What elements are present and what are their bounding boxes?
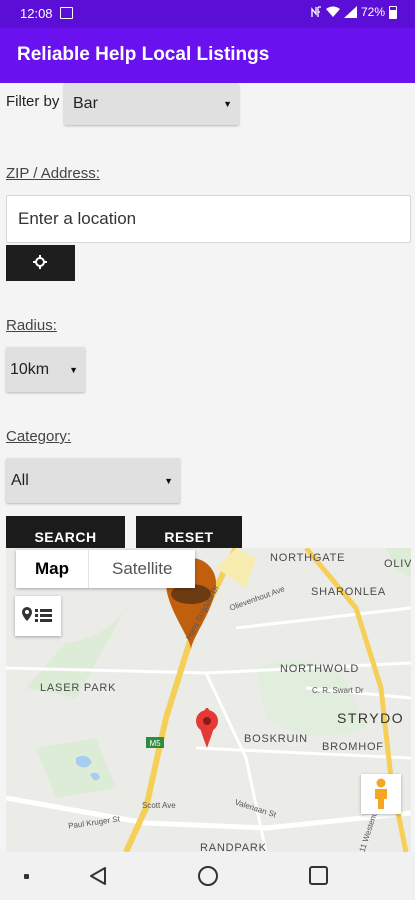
map-place-label: NORTHWOLD (280, 663, 360, 675)
status-bar: 12:08 72% (0, 0, 415, 28)
map-place-label: STRYDO (337, 710, 405, 726)
map-pin-list-icon (22, 607, 52, 622)
radius-select[interactable]: 10km ▼ (6, 347, 85, 392)
map-place-label: LASER PARK (40, 682, 117, 694)
nfc-icon (311, 6, 321, 17)
zip-address-label: ZIP / Address: (6, 165, 100, 182)
status-right-group: 72% (311, 5, 397, 19)
filter-label: Filter by (6, 93, 60, 110)
locate-button[interactable] (6, 245, 75, 281)
app-bar: Reliable Help Local Listings (0, 28, 415, 83)
pegman-icon (375, 778, 387, 809)
battery-percent: 72% (360, 5, 385, 19)
map-street-label: C. R. Swart Dr (312, 686, 364, 695)
street-view-pegman-button[interactable] (361, 774, 401, 814)
nav-dot-icon[interactable] (24, 874, 29, 879)
map-place-label: NORTHGATE (270, 552, 346, 564)
map-place-label: RANDPARK (200, 842, 267, 852)
tab-satellite[interactable]: Satellite (89, 550, 195, 588)
system-nav-bar (0, 852, 415, 900)
home-icon[interactable] (198, 866, 218, 886)
listings-list-button[interactable] (15, 596, 61, 636)
app-title: Reliable Help Local Listings (17, 44, 270, 65)
map-view[interactable]: M5 Map Satellite NORTHGATE OLIV SHARONLE… (6, 548, 411, 852)
wifi-icon (325, 6, 340, 17)
map-type-tabs: Map Satellite (16, 550, 196, 588)
category-label: Category: (6, 428, 72, 445)
dropdown-arrow-icon: ▼ (69, 364, 78, 375)
battery-icon (389, 5, 397, 19)
map-place-label: SHARONLEA (311, 586, 387, 598)
map-place-label: OLIV (384, 558, 411, 570)
dropdown-arrow-icon: ▼ (164, 475, 173, 486)
route-marker: M5 (149, 739, 161, 748)
map-place-label: BOSKRUIN (244, 733, 308, 745)
reset-button[interactable]: RESET (136, 516, 242, 550)
map-street-label: Scott Ave (142, 801, 176, 810)
radius-label: Radius: (6, 317, 57, 334)
filter-selected-value: Bar (73, 95, 98, 112)
recent-apps-icon[interactable] (309, 866, 328, 885)
search-button[interactable]: SEARCH (6, 516, 125, 550)
filter-select[interactable]: Bar ▼ (64, 83, 239, 125)
tab-map[interactable]: Map (16, 550, 89, 588)
dropdown-arrow-icon: ▼ (223, 99, 232, 109)
map-place-label: BROMHOF (322, 741, 384, 753)
status-time: 12:08 (20, 6, 53, 21)
back-icon[interactable] (88, 866, 108, 886)
radius-selected-value: 10km (10, 360, 50, 378)
gallery-notification-icon (60, 7, 73, 19)
crosshair-icon (33, 255, 47, 269)
signal-icon (343, 6, 357, 18)
category-selected-value: All (11, 471, 29, 489)
category-select[interactable]: All ▼ (6, 458, 180, 503)
location-input[interactable] (6, 195, 411, 243)
